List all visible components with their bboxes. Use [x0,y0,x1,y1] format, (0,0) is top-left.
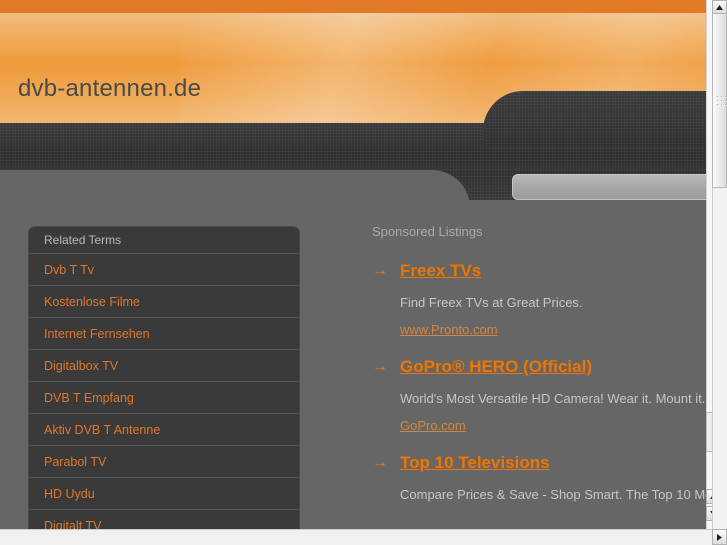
arrow-right-icon: → [372,358,388,375]
arrow-right-icon: → [372,454,388,471]
related-terms-panel: Related Terms Dvb T Tv Kostenlose Filme … [28,226,300,529]
header-dark-lobe [483,91,706,147]
sidebar-item-digitalt-tv[interactable]: Digitalt TV [29,510,299,529]
window-scroll-right-button[interactable] [712,529,727,545]
page-title: dvb-antennen.de [18,75,202,102]
ad-description: World's Most Versatile HD Camera! Wear i… [400,391,706,406]
sidebar-item-digitalbox-tv[interactable]: Digitalbox TV [29,350,299,382]
sidebar-item-aktiv-dvb-t-antenne[interactable]: Aktiv DVB T Antenne [29,414,299,446]
sponsored-ad-top-10-televisions: → Top 10 Televisions Compare Prices & Sa… [372,453,706,502]
browser-viewport: dvb-antennen.de Related Terms Dvb T Tv K… [0,0,727,545]
sidebar-item-dvb-t-empfang[interactable]: DVB T Empfang [29,382,299,414]
window-horizontal-scrollbar-track [0,529,712,545]
window-scroll-up-button[interactable] [712,0,727,14]
page-document: dvb-antennen.de Related Terms Dvb T Tv K… [0,0,706,529]
header-search-input[interactable] [512,174,706,200]
sponsored-ad-freex-tvs: → Freex TVs Find Freex TVs at Great Pric… [372,261,706,337]
window-vertical-scrollbar-thumb[interactable] [712,13,727,188]
site-header: dvb-antennen.de [0,0,706,200]
header-gray-lobe [0,170,470,200]
related-terms-header: Related Terms [29,227,299,254]
sidebar-item-parabol-tv[interactable]: Parabol TV [29,446,299,478]
header-top-band [0,0,706,13]
scrollbar-grip-icon [717,96,727,106]
sponsored-listings-label: Sponsored Listings [372,224,483,239]
sidebar-item-internet-fernsehen[interactable]: Internet Fernsehen [29,318,299,350]
ad-url-link[interactable]: GoPro.com [400,418,706,433]
sidebar-item-dvb-t-tv[interactable]: Dvb T Tv [29,254,299,286]
ad-description: Compare Prices & Save - Shop Smart. The … [400,487,706,502]
ad-url-link[interactable]: www.Pronto.com [400,322,706,337]
sidebar-item-hd-uydu[interactable]: HD Uydu [29,478,299,510]
sponsored-listings: Sponsored Listings → Freex TVs Find Free… [372,224,706,522]
ad-title-link[interactable]: GoPro® HERO (Official) [400,357,706,377]
ad-title-link[interactable]: Freex TVs [400,261,706,281]
sponsored-ad-gopro-hero: → GoPro® HERO (Official) World's Most Ve… [372,357,706,433]
ad-description: Find Freex TVs at Great Prices. [400,295,583,310]
main-content: Related Terms Dvb T Tv Kostenlose Filme … [0,200,706,529]
arrow-right-icon: → [372,262,388,279]
ad-title-link[interactable]: Top 10 Televisions [400,453,706,473]
sidebar-item-kostenlose-filme[interactable]: Kostenlose Filme [29,286,299,318]
